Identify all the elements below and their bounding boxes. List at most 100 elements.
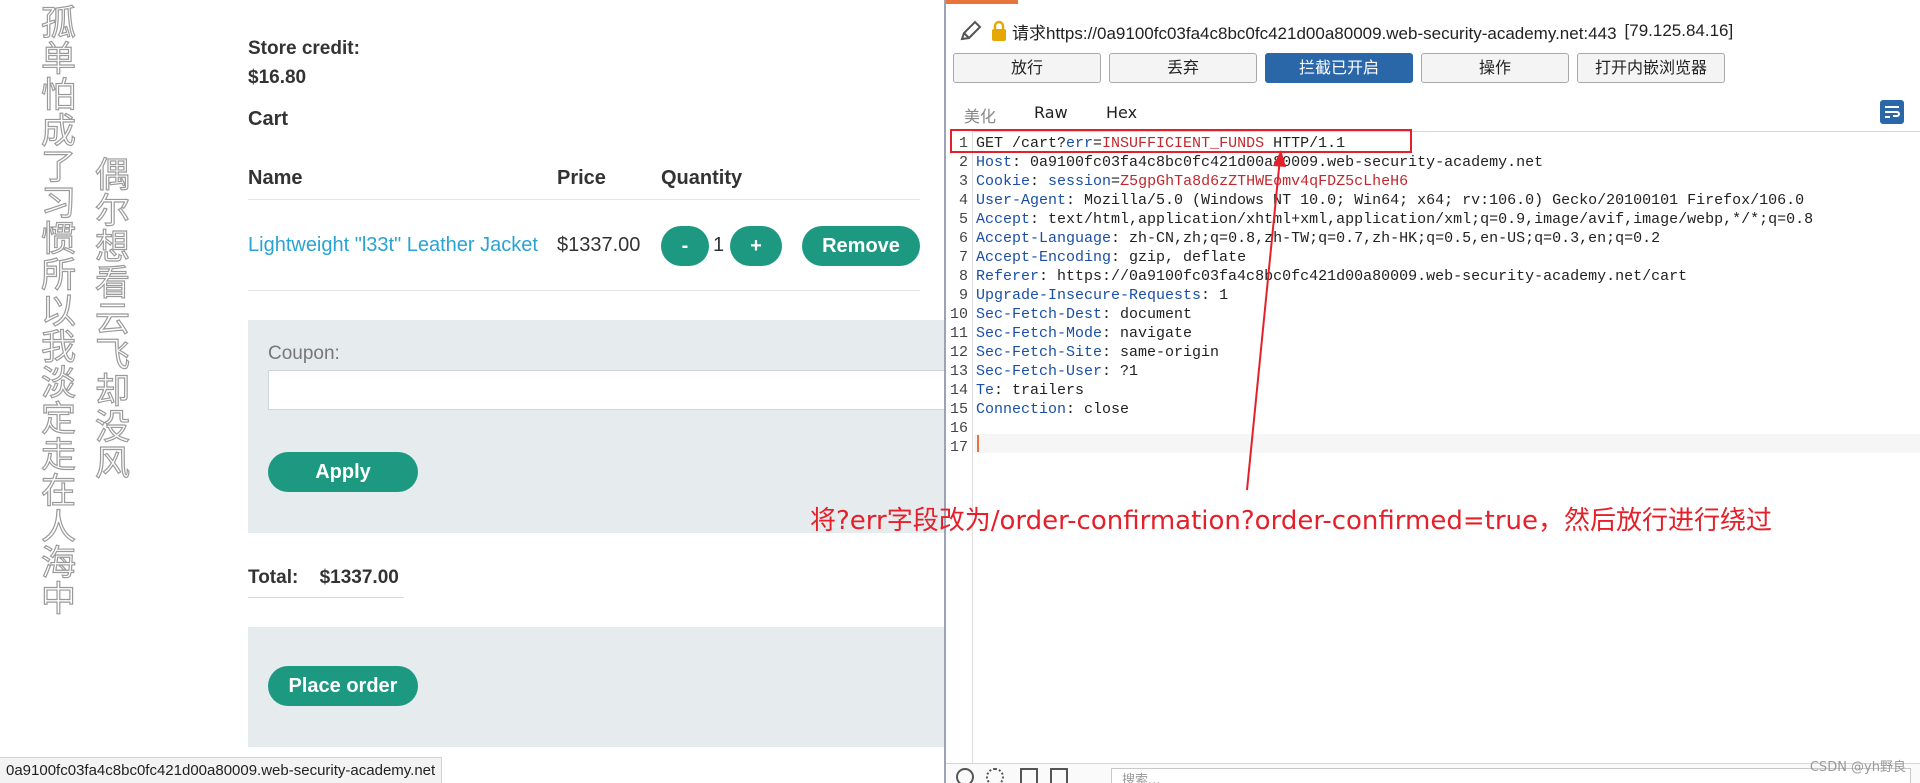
request-line: Sec-Fetch-User: ?1: [976, 362, 1138, 381]
total-label: Total:: [248, 567, 299, 588]
remove-button[interactable]: Remove: [802, 226, 920, 266]
request-rest: close: [1084, 401, 1130, 418]
header-quantity: Quantity: [661, 167, 743, 189]
request-line: Host: 0a9100fc03fa4c8bc0fc421d00a80009.w…: [976, 153, 1543, 172]
apply-button[interactable]: Apply: [268, 452, 418, 492]
intercept-toggle-button[interactable]: 拦截已开启: [1265, 53, 1413, 83]
request-k: Upgrade-Insecure-Requests: [976, 287, 1202, 304]
request-k: Cookie: [976, 173, 1031, 190]
request-rest: zh-CN,zh;q=0.8,zh-TW;q=0.7,zh-HK;q=0.5,e…: [1129, 230, 1661, 247]
line-number: 4: [958, 192, 968, 209]
forward-icon[interactable]: [1050, 768, 1068, 783]
product-price: $1337.00: [557, 234, 641, 256]
request-line: Sec-Fetch-Mode: navigate: [976, 324, 1192, 343]
request-sep: :: [1111, 249, 1130, 266]
request-sep: :: [1111, 230, 1130, 247]
store-credit-label: Store credit:: [248, 38, 360, 59]
active-tab-accent: [946, 0, 1018, 4]
coupon-input[interactable]: [268, 370, 944, 410]
tab-hex[interactable]: Hex: [1106, 103, 1137, 122]
current-line-highlight: [974, 434, 1920, 453]
web-page: 孤单怕成了习惯所以我淡定走在人海中 偶尔想看云飞却没风 Store credit…: [0, 0, 944, 783]
quantity-decrease-button[interactable]: -: [661, 226, 709, 266]
request-k: Sec-Fetch-User: [976, 363, 1103, 380]
request-line: User-Agent: Mozilla/5.0 (Windows NT 10.0…: [976, 191, 1804, 210]
request-k: Accept-Encoding: [976, 249, 1112, 266]
place-order-button[interactable]: Place order: [268, 666, 418, 706]
request-sep: :: [1030, 211, 1049, 228]
line-number: 2: [958, 154, 968, 171]
table-divider: [248, 290, 920, 291]
line-number: 10: [949, 306, 968, 323]
request-rest: Mozilla/5.0 (Windows NT 10.0; Win64; x64…: [1084, 192, 1805, 209]
header-price: Price: [557, 167, 606, 189]
request-line: Connection: close: [976, 400, 1129, 419]
request-v: Z5gpGhTa8d6zZTHWEomv4qFDZ5cLheH6: [1120, 173, 1409, 190]
quantity-increase-button[interactable]: +: [730, 226, 782, 266]
total-value: $1337.00: [319, 567, 399, 588]
coupon-label: Coupon:: [268, 343, 340, 364]
help-icon[interactable]: [956, 768, 974, 783]
request-sep: :: [1102, 363, 1121, 380]
request-line: Accept: text/html,application/xhtml+xml,…: [976, 210, 1813, 229]
request-sep: :: [1012, 154, 1031, 171]
request-sep2: =: [1111, 173, 1121, 190]
request-line: Te: trailers: [976, 381, 1084, 400]
store-credit-value: $16.80: [248, 67, 307, 88]
request-url: 请求https://0a9100fc03fa4c8bc0fc421d00a800…: [1012, 23, 1617, 43]
back-icon[interactable]: [1020, 768, 1038, 783]
request-ip: [79.125.84.16]: [1624, 21, 1734, 40]
request-sep: :: [994, 382, 1013, 399]
request-rest: 0a9100fc03fa4c8bc0fc421d00a80009.web-sec…: [1030, 154, 1544, 171]
header-name: Name: [248, 167, 303, 189]
tab-raw[interactable]: Raw: [1034, 103, 1068, 122]
line-number: 15: [949, 401, 968, 418]
highlight-box: [950, 129, 1412, 153]
request-rest: ?1: [1120, 363, 1139, 380]
line-number: 16: [949, 420, 968, 437]
request-sep: :: [1201, 287, 1220, 304]
request-k: Sec-Fetch-Mode: [976, 325, 1103, 342]
bottom-bar: 搜索...: [946, 763, 1920, 783]
request-sep: :: [1102, 306, 1121, 323]
vertical-text-1: 孤单怕成了习惯所以我淡定走在人海中: [34, 3, 75, 616]
request-info: 请求https://0a9100fc03fa4c8bc0fc421d00a800…: [958, 18, 1733, 44]
line-number: 6: [958, 230, 968, 247]
request-k: Te: [976, 382, 995, 399]
watermark: CSDN @yh野良: [1809, 760, 1906, 775]
line-number: 17: [949, 439, 968, 456]
request-k: User-Agent: [976, 192, 1067, 209]
text-caret: [977, 435, 979, 452]
request-rest: text/html,application/xhtml+xml,applicat…: [1048, 211, 1814, 228]
request-line: Sec-Fetch-Dest: document: [976, 305, 1192, 324]
request-sep: :: [1039, 268, 1058, 285]
lock-icon: [992, 20, 1006, 41]
request-rest: https://0a9100fc03fa4c8bc0fc421d00a80009…: [1057, 268, 1688, 285]
request-line: Accept-Encoding: gzip, deflate: [976, 248, 1246, 267]
tab-pretty[interactable]: 美化: [964, 103, 996, 127]
open-browser-button[interactable]: 打开内嵌浏览器: [1577, 53, 1725, 83]
pencil-icon[interactable]: [958, 18, 984, 44]
request-rest: same-origin: [1120, 344, 1220, 361]
search-input[interactable]: 搜索...: [1111, 768, 1911, 783]
request-rest: 1: [1219, 287, 1229, 304]
product-link[interactable]: Lightweight "l33t" Leather Jacket: [248, 234, 538, 257]
forward-button[interactable]: 放行: [953, 53, 1101, 83]
request-k: Accept: [976, 211, 1031, 228]
request-rest: gzip, deflate: [1129, 249, 1247, 266]
request-rest: trailers: [1012, 382, 1085, 399]
settings-icon[interactable]: [986, 768, 1004, 783]
drop-button[interactable]: 丢弃: [1109, 53, 1257, 83]
quantity-value: 1: [713, 234, 725, 256]
request-line: Cookie: session=Z5gpGhTa8d6zZTHWEomv4qFD…: [976, 172, 1408, 191]
request-sep: :: [1066, 192, 1085, 209]
request-line: Sec-Fetch-Site: same-origin: [976, 343, 1219, 362]
request-k: Accept-Language: [976, 230, 1112, 247]
request-sep: :: [1102, 325, 1121, 342]
request-k: Sec-Fetch-Site: [976, 344, 1103, 361]
wrap-lines-icon[interactable]: [1880, 100, 1904, 124]
line-number: 9: [958, 287, 968, 304]
action-button[interactable]: 操作: [1421, 53, 1569, 83]
request-rest: document: [1120, 306, 1193, 323]
request-rest: navigate: [1120, 325, 1193, 342]
